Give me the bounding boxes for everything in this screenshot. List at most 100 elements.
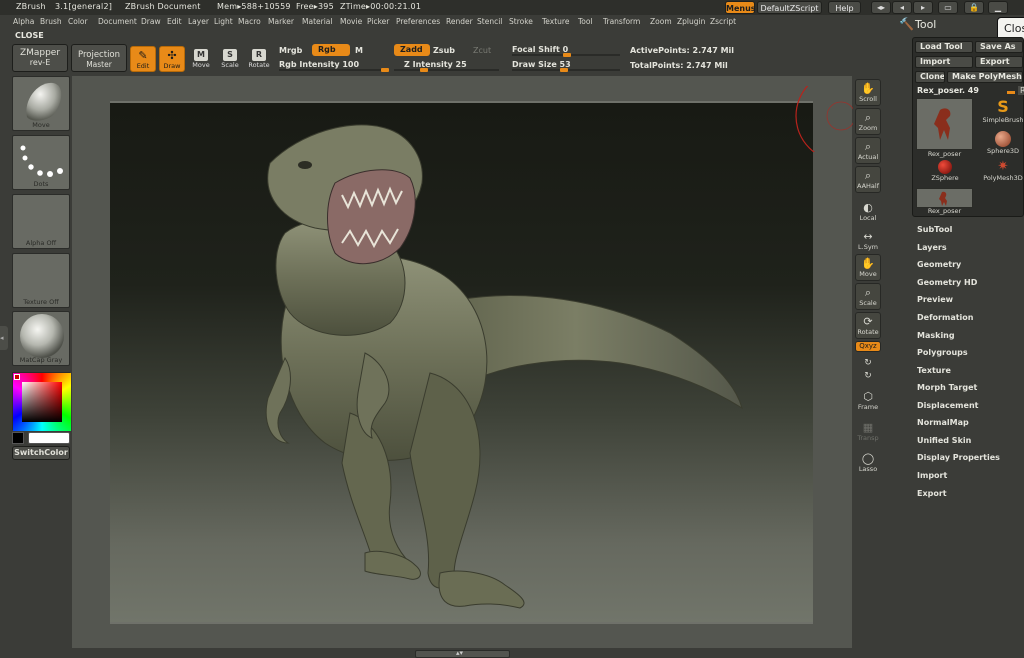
current-tool-slider[interactable]: Rex_poser. 49 xyxy=(917,86,979,95)
xyz-toggle[interactable]: Qxyz xyxy=(855,341,881,352)
zoom-button[interactable]: ⌕ Zoom xyxy=(855,108,881,135)
nav-arrows-icon[interactable]: ◂▸ xyxy=(871,1,891,14)
current-tool-knob[interactable] xyxy=(1007,91,1015,94)
menu-tool[interactable]: Tool xyxy=(578,17,593,26)
rgb-toggle[interactable]: Rgb xyxy=(312,44,350,56)
move-mode-button[interactable]: M Move xyxy=(188,46,214,72)
draw-mode-button[interactable]: ✣ Draw xyxy=(159,46,185,72)
m-toggle[interactable]: M xyxy=(355,46,363,55)
focal-shift-knob[interactable] xyxy=(563,53,571,57)
default-zscript-button[interactable]: DefaultZScript xyxy=(757,1,822,14)
material-selector[interactable]: MatCap Gray xyxy=(12,311,70,366)
aahalf-button[interactable]: ⌕ AAHalf xyxy=(855,166,881,193)
menu-material[interactable]: Material xyxy=(302,17,332,26)
section-masking[interactable]: Masking xyxy=(917,331,955,340)
close-shelf-label[interactable]: CLOSE xyxy=(15,31,44,40)
r-button[interactable]: R xyxy=(1018,86,1024,95)
load-tool-button[interactable]: Load Tool xyxy=(915,41,973,53)
section-preview[interactable]: Preview xyxy=(917,295,953,304)
projection-master-button[interactable]: Projection Master xyxy=(71,44,127,72)
save-as-button[interactable]: Save As xyxy=(975,41,1023,53)
export-tool-button[interactable]: Export xyxy=(975,56,1023,68)
frame-button[interactable]: ⬡ Frame xyxy=(855,387,881,414)
menus-button[interactable]: Menus xyxy=(725,1,756,14)
scroll-button[interactable]: ✋ Scroll xyxy=(855,79,881,106)
menu-transform[interactable]: Transform xyxy=(603,17,640,26)
actual-button[interactable]: ⌕ Actual xyxy=(855,137,881,164)
trex-model[interactable] xyxy=(110,103,813,626)
tool-thumb-polymesh3d[interactable]: ✷ PolyMesh3D xyxy=(981,160,1024,188)
section-export[interactable]: Export xyxy=(917,489,947,498)
right-arrow-icon[interactable]: ▸ xyxy=(913,1,933,14)
menu-macro[interactable]: Macro xyxy=(238,17,261,26)
transp-button[interactable]: ▦ Transp xyxy=(855,418,881,445)
menu-light[interactable]: Light xyxy=(214,17,233,26)
zcut-toggle[interactable]: Zcut xyxy=(473,46,491,55)
zmapper-button[interactable]: ZMapper rev-E xyxy=(12,44,68,72)
menu-alpha[interactable]: Alpha xyxy=(13,17,34,26)
clone-button[interactable]: Clone xyxy=(915,71,945,83)
section-geometry-hd[interactable]: Geometry HD xyxy=(917,278,977,287)
zadd-toggle[interactable]: Zadd xyxy=(394,44,430,56)
draw-size-knob[interactable] xyxy=(560,68,568,72)
layout-icon[interactable]: ▭ xyxy=(938,1,958,14)
rgb-intensity-track[interactable] xyxy=(279,69,389,71)
menu-stencil[interactable]: Stencil xyxy=(477,17,502,26)
scale-mode-button[interactable]: S Scale xyxy=(217,46,243,72)
rotation-axis-icons[interactable]: ↻ ↻ xyxy=(855,354,881,381)
import-tool-button[interactable]: Import xyxy=(915,56,973,68)
menu-stroke[interactable]: Stroke xyxy=(509,17,533,26)
make-polymesh-button[interactable]: Make PolyMesh3D xyxy=(947,71,1023,83)
menu-texture[interactable]: Texture xyxy=(542,17,569,26)
section-display-properties[interactable]: Display Properties xyxy=(917,453,1000,462)
focal-shift-slider[interactable]: Focal Shift 0 xyxy=(512,45,568,54)
rgb-intensity-knob[interactable] xyxy=(381,68,389,72)
menu-brush[interactable]: Brush xyxy=(40,17,62,26)
switch-color-button[interactable]: SwitchColor xyxy=(12,446,70,460)
section-subtool[interactable]: SubTool xyxy=(917,225,952,234)
lsym-button[interactable]: ↔ L.Sym xyxy=(855,227,881,254)
z-intensity-track[interactable] xyxy=(394,69,499,71)
color-picker[interactable] xyxy=(12,372,71,431)
local-button[interactable]: ◐ Local xyxy=(855,198,881,225)
menu-preferences[interactable]: Preferences xyxy=(396,17,440,26)
edit-mode-button[interactable]: ✎ Edit xyxy=(130,46,156,72)
section-polygroups[interactable]: Polygroups xyxy=(917,348,968,357)
texture-selector[interactable]: Texture Off xyxy=(12,253,70,308)
move-view-button[interactable]: ✋ Move xyxy=(855,254,881,281)
menu-draw[interactable]: Draw xyxy=(141,17,161,26)
bottom-tray-handle[interactable]: ▴▾ xyxy=(415,649,510,658)
menu-document[interactable]: Document xyxy=(98,17,137,26)
tool-thumb-zsphere[interactable]: ZSphere xyxy=(923,160,967,188)
menu-edit[interactable]: Edit xyxy=(167,17,182,26)
menu-movie[interactable]: Movie xyxy=(340,17,362,26)
section-normalmap[interactable]: NormalMap xyxy=(917,418,969,427)
rgb-intensity-slider[interactable]: Rgb Intensity 100 xyxy=(279,60,359,69)
section-layers[interactable]: Layers xyxy=(917,243,947,252)
menu-zplugin[interactable]: Zplugin xyxy=(677,17,705,26)
menu-color[interactable]: Color xyxy=(68,17,88,26)
menu-zoom[interactable]: Zoom xyxy=(650,17,672,26)
section-deformation[interactable]: Deformation xyxy=(917,313,973,322)
section-displacement[interactable]: Displacement xyxy=(917,401,978,410)
section-geometry[interactable]: Geometry xyxy=(917,260,961,269)
section-import[interactable]: Import xyxy=(917,471,947,480)
brush-selector[interactable]: Move xyxy=(12,76,70,131)
main-color-swatch[interactable] xyxy=(28,432,70,444)
mrgb-toggle[interactable]: Mrgb xyxy=(279,46,302,55)
alpha-selector[interactable]: Alpha Off xyxy=(12,194,70,249)
lock-icon[interactable]: 🔒 xyxy=(964,1,984,14)
color-cursor-icon[interactable] xyxy=(14,374,20,380)
menu-picker[interactable]: Picker xyxy=(367,17,389,26)
lasso-button[interactable]: ◯ Lasso xyxy=(855,449,881,476)
minimize-icon[interactable]: ▁ xyxy=(988,1,1008,14)
menu-marker[interactable]: Marker xyxy=(268,17,294,26)
rotate-view-button[interactable]: ⟳ Rotate xyxy=(855,312,881,339)
left-tray-handle[interactable]: ◂ xyxy=(0,326,8,350)
menu-layer[interactable]: Layer xyxy=(188,17,209,26)
tool-thumb-rex-poser-2[interactable]: Rex_poser xyxy=(916,188,973,215)
menu-render[interactable]: Render xyxy=(446,17,473,26)
menu-zscript[interactable]: Zscript xyxy=(710,17,736,26)
zsub-toggle[interactable]: Zsub xyxy=(433,46,455,55)
scale-view-button[interactable]: ⌕ Scale xyxy=(855,283,881,310)
